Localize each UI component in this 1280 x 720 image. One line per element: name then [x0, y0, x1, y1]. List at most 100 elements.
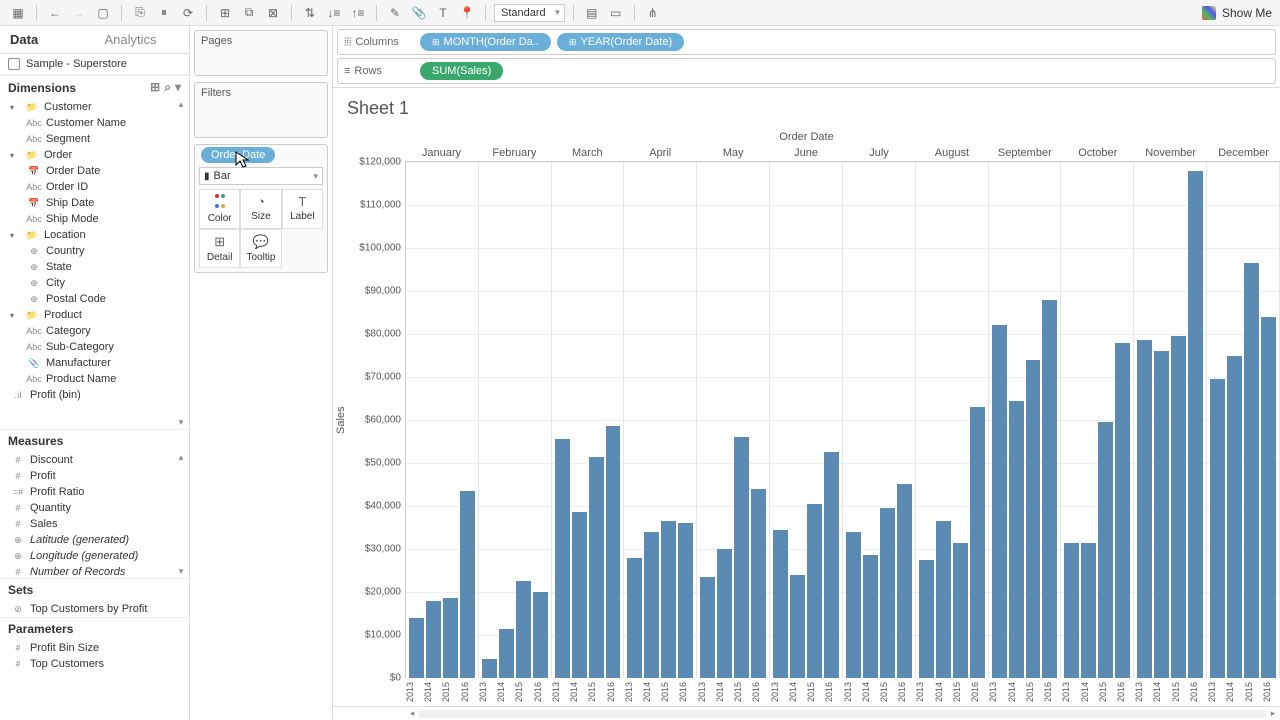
bar[interactable] [1064, 543, 1079, 678]
swap-icon[interactable]: ⇅ [300, 3, 320, 23]
bar[interactable] [897, 484, 912, 677]
refresh-icon[interactable]: ⟳ [178, 3, 198, 23]
bar[interactable] [970, 407, 985, 678]
share-icon[interactable]: ⋔ [643, 3, 663, 23]
new-datasource-icon[interactable]: ⎘ [130, 3, 150, 23]
bar[interactable] [807, 504, 822, 678]
field-row[interactable]: ⊕Longitude (generated) [0, 548, 189, 564]
bar[interactable] [863, 555, 878, 678]
bar[interactable] [1137, 340, 1152, 678]
bar[interactable] [426, 601, 441, 678]
bar[interactable] [572, 512, 587, 678]
bar[interactable] [953, 543, 968, 678]
bar[interactable] [1098, 422, 1113, 678]
tab-data[interactable]: Data [0, 26, 95, 53]
back-icon[interactable]: ← [45, 3, 65, 23]
bar[interactable] [1009, 401, 1024, 678]
field-row[interactable]: ⊘Top Customers by Profit [0, 601, 189, 617]
duplicate-icon[interactable]: ⧉ [239, 3, 259, 23]
bar[interactable] [1210, 379, 1225, 678]
field-row[interactable]: #Discount [0, 452, 189, 468]
bar[interactable] [1227, 356, 1242, 678]
folder-row[interactable]: ▾📁Product [0, 307, 189, 323]
field-row[interactable]: ⊕State [0, 259, 189, 275]
field-row[interactable]: =#Profit Ratio [0, 484, 189, 500]
sort-desc-icon[interactable]: ↑≡ [348, 3, 368, 23]
filters-shelf[interactable]: Filters [194, 82, 328, 138]
bar[interactable] [824, 452, 839, 678]
field-row[interactable]: AbcCustomer Name [0, 115, 189, 131]
bar[interactable] [790, 575, 805, 678]
bar[interactable] [751, 489, 766, 678]
tableau-logo-icon[interactable]: ▦ [8, 3, 28, 23]
bar[interactable] [678, 523, 693, 678]
field-row[interactable]: #Top Customers [0, 656, 189, 672]
pages-shelf[interactable]: Pages [194, 30, 328, 76]
field-row[interactable]: ⊕Latitude (generated) [0, 532, 189, 548]
view-grid-icon[interactable]: ⊞ [150, 80, 160, 95]
bar[interactable] [1171, 336, 1186, 678]
forward-icon[interactable]: → [69, 3, 89, 23]
field-row[interactable]: #Quantity [0, 500, 189, 516]
bar[interactable] [919, 560, 934, 678]
h-scrollbar[interactable]: ◂ ▸ [333, 706, 1280, 720]
field-row[interactable]: AbcProduct Name [0, 371, 189, 387]
group-icon[interactable]: 📎 [409, 3, 429, 23]
show-me-button[interactable]: Show Me [1202, 6, 1272, 20]
new-worksheet-icon[interactable]: ⊞ [215, 3, 235, 23]
highlight-icon[interactable]: ✎ [385, 3, 405, 23]
menu-icon[interactable]: ▾ [175, 80, 181, 95]
bar[interactable] [533, 592, 548, 678]
presentation-icon[interactable]: ▭ [606, 3, 626, 23]
rows-shelf[interactable]: ≡Rows SUM(Sales) [337, 58, 1276, 84]
text-icon[interactable]: T [433, 3, 453, 23]
bar[interactable] [734, 437, 749, 678]
bar[interactable] [1115, 343, 1130, 678]
bar[interactable] [482, 659, 497, 678]
bar[interactable] [936, 521, 951, 678]
field-row[interactable]: ⊕Country [0, 243, 189, 259]
folder-row[interactable]: ▾📁Customer [0, 99, 189, 115]
tooltip-card[interactable]: 💬Tooltip [240, 229, 281, 268]
bar[interactable] [1244, 263, 1259, 678]
save-icon[interactable]: ▢ [93, 3, 113, 23]
field-row[interactable]: AbcSub-Category [0, 339, 189, 355]
bar[interactable] [992, 325, 1007, 678]
bar[interactable] [1261, 317, 1276, 678]
bar[interactable] [1188, 171, 1203, 678]
bar[interactable] [644, 532, 659, 678]
column-pill[interactable]: ⊞YEAR(Order Date) [557, 33, 684, 51]
bar[interactable] [717, 549, 732, 678]
bar[interactable] [606, 426, 621, 678]
bar[interactable] [409, 618, 424, 678]
bar[interactable] [846, 532, 861, 678]
bar[interactable] [1026, 360, 1041, 678]
bar[interactable] [773, 530, 788, 678]
bar[interactable] [627, 558, 642, 678]
datasource-row[interactable]: Sample - Superstore [0, 54, 189, 75]
field-row[interactable]: #Sales [0, 516, 189, 532]
field-row[interactable]: ⊕Postal Code [0, 291, 189, 307]
bar[interactable] [700, 577, 715, 678]
scroll-left-icon[interactable]: ◂ [405, 708, 419, 719]
scroll-up-icon[interactable]: ▴ [175, 99, 187, 111]
bar[interactable] [1042, 300, 1057, 678]
pin-icon[interactable]: 📍 [457, 3, 477, 23]
detail-card[interactable]: ⊞Detail [199, 229, 240, 268]
columns-shelf[interactable]: ⦙⦙⦙Columns ⊞MONTH(Order Da.. ⊞YEAR(Order… [337, 29, 1276, 55]
field-row[interactable]: .ılProfit (bin) [0, 387, 189, 403]
field-row[interactable]: AbcCategory [0, 323, 189, 339]
bar[interactable] [1154, 351, 1169, 678]
field-row[interactable]: AbcSegment [0, 131, 189, 147]
bar[interactable] [516, 581, 531, 678]
field-row[interactable]: 📎Manufacturer [0, 355, 189, 371]
column-pill[interactable]: ⊞MONTH(Order Da.. [420, 33, 551, 51]
sort-asc-icon[interactable]: ↓≡ [324, 3, 344, 23]
bar[interactable] [555, 439, 570, 678]
bar[interactable] [880, 508, 895, 678]
mark-type-select[interactable]: ▮ Bar [199, 167, 323, 185]
search-icon[interactable]: ⌕ [164, 80, 171, 95]
field-row[interactable]: AbcShip Mode [0, 211, 189, 227]
size-card[interactable]: ◔Size [240, 189, 281, 229]
clear-icon[interactable]: ⊠ [263, 3, 283, 23]
